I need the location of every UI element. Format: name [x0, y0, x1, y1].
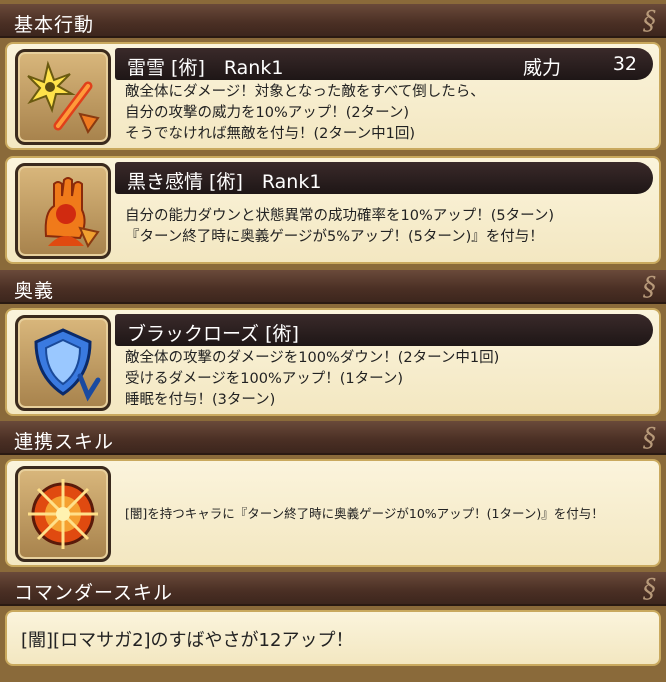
skill-name: 雷雪 [術] Rank1 — [127, 57, 284, 79]
section-header-ougi: 奥義 § — [0, 270, 666, 304]
description-line: 敵全体にダメージ！対象となった敵をすべて倒したら、 — [125, 84, 485, 100]
description-line: 『ターン終了時に奥義ゲージが5%アップ！(5ターン)』を付与！ — [125, 229, 544, 245]
description-line: 敵全体の攻撃のダメージを100%ダウン！(2ターン中1回) — [125, 350, 500, 366]
link-skill-card[interactable]: [闇]を持つキャラに『ターン終了時に奥義ゲージが10%アップ！(1ターン)』を付… — [5, 459, 661, 567]
section-title: 連携スキル — [14, 431, 115, 453]
swirl-icon: § — [643, 423, 656, 453]
section-header-basic: 基本行動 § — [0, 4, 666, 38]
description-line: そうでなければ無敵を付与！(2ターン中1回) — [125, 126, 416, 142]
skill-name: 黒き感情 [術] Rank1 — [127, 171, 322, 193]
swirl-icon: § — [643, 6, 656, 36]
dark-sun-icon — [15, 466, 111, 562]
skill-card-2[interactable]: 黒き感情 [術] Rank1 自分の能力ダウンと状態異常の成功確率を10%アップ… — [5, 156, 661, 264]
description-line: [闇]を持つキャラに『ターン終了時に奥義ゲージが10%アップ！(1ターン)』を付… — [125, 506, 604, 521]
skill-description: 自分の能力ダウンと状態異常の成功確率を10%アップ！(5ターン) 『ターン終了時… — [125, 206, 554, 248]
skill-name: ブラックローズ [術] — [127, 323, 299, 345]
swirl-icon: § — [643, 272, 656, 302]
section-title: 奥義 — [14, 280, 55, 302]
description-line: 自分の攻撃の威力を10%アップ！(2ターン) — [125, 105, 410, 121]
description-line: 睡眠を付与！(3ターン) — [125, 392, 276, 408]
skill-card-1[interactable]: 雷雪 [術] Rank1 威力 32 敵全体にダメージ！対象となった敵をすべて倒… — [5, 42, 661, 150]
commander-skill-card[interactable]: [闇][ロマサガ2]のすばやさが12アップ！ — [5, 610, 661, 666]
skill-description: 敵全体にダメージ！対象となった敵をすべて倒したら、 自分の攻撃の威力を10%アッ… — [125, 82, 485, 145]
section-title: 基本行動 — [14, 14, 95, 36]
section-title: コマンダースキル — [14, 582, 174, 604]
skill-name-bar: 黒き感情 [術] Rank1 — [115, 162, 653, 194]
shield-down-icon — [15, 315, 111, 411]
dark-emotion-icon — [15, 163, 111, 259]
description-line: 自分の能力ダウンと状態異常の成功確率を10%アップ！(5ターン) — [125, 208, 555, 224]
link-skill-description: [闇]を持つキャラに『ターン終了時に奥義ゲージが10%アップ！(1ターン)』を付… — [125, 503, 604, 524]
skill-name-bar: ブラックローズ [術] — [115, 314, 653, 346]
shuriken-sword-icon — [15, 49, 111, 145]
skill-name-bar: 雷雪 [術] Rank1 威力 32 — [115, 48, 653, 80]
description-line: 受けるダメージを100%アップ！(1ターン) — [125, 371, 404, 387]
power-value: 32 — [612, 53, 637, 75]
swirl-icon: § — [643, 574, 656, 604]
power-label: 威力 — [523, 57, 562, 79]
section-header-link: 連携スキル § — [0, 421, 666, 455]
skill-card-3[interactable]: ブラックローズ [術] 敵全体の攻撃のダメージを100%ダウン！(2ターン中1回… — [5, 308, 661, 416]
skill-description: 敵全体の攻撃のダメージを100%ダウン！(2ターン中1回) 受けるダメージを10… — [125, 348, 499, 411]
commander-skill-text: [闇][ロマサガ2]のすばやさが12アップ！ — [21, 630, 354, 651]
section-header-commander: コマンダースキル § — [0, 572, 666, 606]
